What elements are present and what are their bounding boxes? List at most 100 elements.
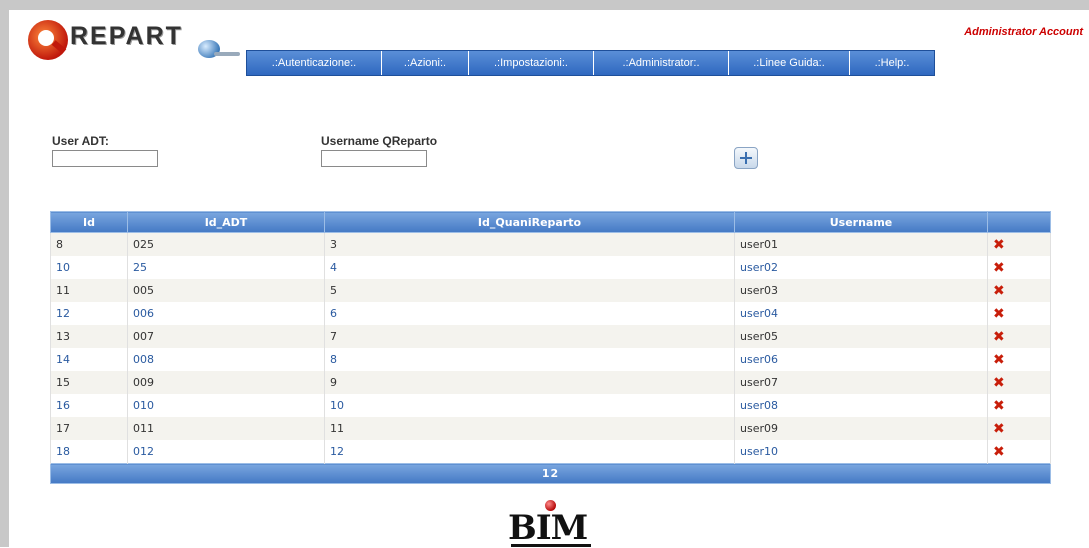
cell-username: user08 (734, 394, 988, 417)
delete-x-icon[interactable]: ✖ (993, 399, 1005, 413)
cell-delete: ✖ (987, 440, 1051, 464)
cell-id-adt: 025 (127, 232, 325, 256)
cell-id-quanireparto: 7 (324, 325, 735, 348)
delete-x-icon[interactable]: ✖ (993, 238, 1005, 252)
cell-id-adt: 25 (127, 256, 325, 279)
users-table: Id Id_ADT Id_QuaniReparto Username 8 025… (50, 211, 1051, 484)
menu-item-administrator[interactable]: .:Administrator:. (594, 51, 729, 75)
cell-delete: ✖ (987, 256, 1051, 279)
delete-x-icon[interactable]: ✖ (993, 445, 1005, 459)
table-row[interactable]: 15 009 9 user07 ✖ (50, 371, 1051, 394)
username-qreparto-input[interactable] (321, 150, 427, 167)
page-link-2[interactable]: 2 (551, 467, 560, 480)
delete-x-icon[interactable]: ✖ (993, 307, 1005, 321)
delete-x-icon[interactable]: ✖ (993, 261, 1005, 275)
table-row[interactable]: 13 007 7 user05 ✖ (50, 325, 1051, 348)
table-row[interactable]: 17 011 11 user09 ✖ (50, 417, 1051, 440)
cell-username: user07 (734, 371, 988, 394)
cell-id-quanireparto: 5 (324, 279, 735, 302)
cell-id-quanireparto: 8 (324, 348, 735, 371)
menu-item-help[interactable]: .:Help:. (850, 51, 934, 75)
cell-id: 13 (50, 325, 128, 348)
cell-id: 16 (50, 394, 128, 417)
main-menu: .:Autenticazione:. .:Azioni:. .:Impostaz… (246, 50, 935, 76)
table-row[interactable]: 11 005 5 user03 ✖ (50, 279, 1051, 302)
cell-username: user04 (734, 302, 988, 325)
cell-id-adt: 009 (127, 371, 325, 394)
cell-delete: ✖ (987, 325, 1051, 348)
table-row[interactable]: 14 008 8 user06 ✖ (50, 348, 1051, 371)
cell-delete: ✖ (987, 417, 1051, 440)
column-header-id[interactable]: Id (50, 211, 128, 233)
cell-id: 17 (50, 417, 128, 440)
menu-item-autenticazione[interactable]: .:Autenticazione:. (247, 51, 382, 75)
bim-logo-text: BIM (508, 508, 588, 548)
column-header-actions (987, 211, 1051, 233)
cell-username: user09 (734, 417, 988, 440)
cell-username: user10 (734, 440, 988, 464)
user-adt-label: User ADT: (52, 134, 109, 148)
left-frame-bar (0, 10, 9, 547)
cell-delete: ✖ (987, 394, 1051, 417)
column-header-username[interactable]: Username (734, 211, 988, 233)
delete-x-icon[interactable]: ✖ (993, 422, 1005, 436)
table-row[interactable]: 8 025 3 user01 ✖ (50, 232, 1051, 256)
username-qreparto-label: Username QReparto (321, 134, 438, 148)
table-header-row: Id Id_ADT Id_QuaniReparto Username (50, 211, 1051, 233)
cell-username: user05 (734, 325, 988, 348)
cell-id-adt: 011 (127, 417, 325, 440)
cell-id-quanireparto: 4 (324, 256, 735, 279)
menu-item-azioni[interactable]: .:Azioni:. (382, 51, 469, 75)
cell-id: 8 (50, 232, 128, 256)
cell-delete: ✖ (987, 302, 1051, 325)
cell-id-adt: 005 (127, 279, 325, 302)
pager: 12 (50, 463, 1051, 484)
cell-id-adt: 006 (127, 302, 325, 325)
cell-username: user03 (734, 279, 988, 302)
cell-id: 14 (50, 348, 128, 371)
delete-x-icon[interactable]: ✖ (993, 284, 1005, 298)
cell-delete: ✖ (987, 371, 1051, 394)
top-frame-bar (0, 0, 1089, 10)
cell-id: 12 (50, 302, 128, 325)
table-row[interactable]: 16 010 10 user08 ✖ (50, 394, 1051, 417)
column-header-id-adt[interactable]: Id_ADT (127, 211, 325, 233)
cell-delete: ✖ (987, 232, 1051, 256)
qreparto-logo: REPART (28, 18, 248, 70)
menu-item-linee-guida[interactable]: .:Linee Guida:. (729, 51, 850, 75)
cell-id-quanireparto: 12 (324, 440, 735, 464)
cell-id-adt: 010 (127, 394, 325, 417)
cell-username: user06 (734, 348, 988, 371)
cell-id-quanireparto: 3 (324, 232, 735, 256)
cell-id-quanireparto: 9 (324, 371, 735, 394)
cell-delete: ✖ (987, 279, 1051, 302)
logo-q-icon (28, 20, 68, 60)
column-header-id-quanireparto[interactable]: Id_QuaniReparto (324, 211, 735, 233)
user-adt-input[interactable] (52, 150, 158, 167)
add-button[interactable] (734, 147, 758, 169)
cell-id-quanireparto: 10 (324, 394, 735, 417)
table-row[interactable]: 10 25 4 user02 ✖ (50, 256, 1051, 279)
cell-username: user01 (734, 232, 988, 256)
account-label: Administrator Account (964, 26, 1083, 38)
delete-x-icon[interactable]: ✖ (993, 330, 1005, 344)
cell-id-adt: 007 (127, 325, 325, 348)
bim-logo: BIM (505, 500, 595, 548)
delete-x-icon[interactable]: ✖ (993, 376, 1005, 390)
cell-delete: ✖ (987, 348, 1051, 371)
cell-id: 18 (50, 440, 128, 464)
cell-id-quanireparto: 11 (324, 417, 735, 440)
logo-swoosh (214, 52, 240, 56)
cell-id: 11 (50, 279, 128, 302)
cell-id: 10 (50, 256, 128, 279)
table-row[interactable]: 12 006 6 user04 ✖ (50, 302, 1051, 325)
cell-id: 15 (50, 371, 128, 394)
cell-id-adt: 008 (127, 348, 325, 371)
pager-row: 12 (50, 463, 1051, 484)
delete-x-icon[interactable]: ✖ (993, 353, 1005, 367)
menu-item-impostazioni[interactable]: .:Impostazioni:. (469, 51, 594, 75)
page-link-1[interactable]: 1 (542, 467, 551, 480)
cell-id-quanireparto: 6 (324, 302, 735, 325)
table-row[interactable]: 18 012 12 user10 ✖ (50, 440, 1051, 464)
logo-text: REPART (70, 22, 183, 50)
